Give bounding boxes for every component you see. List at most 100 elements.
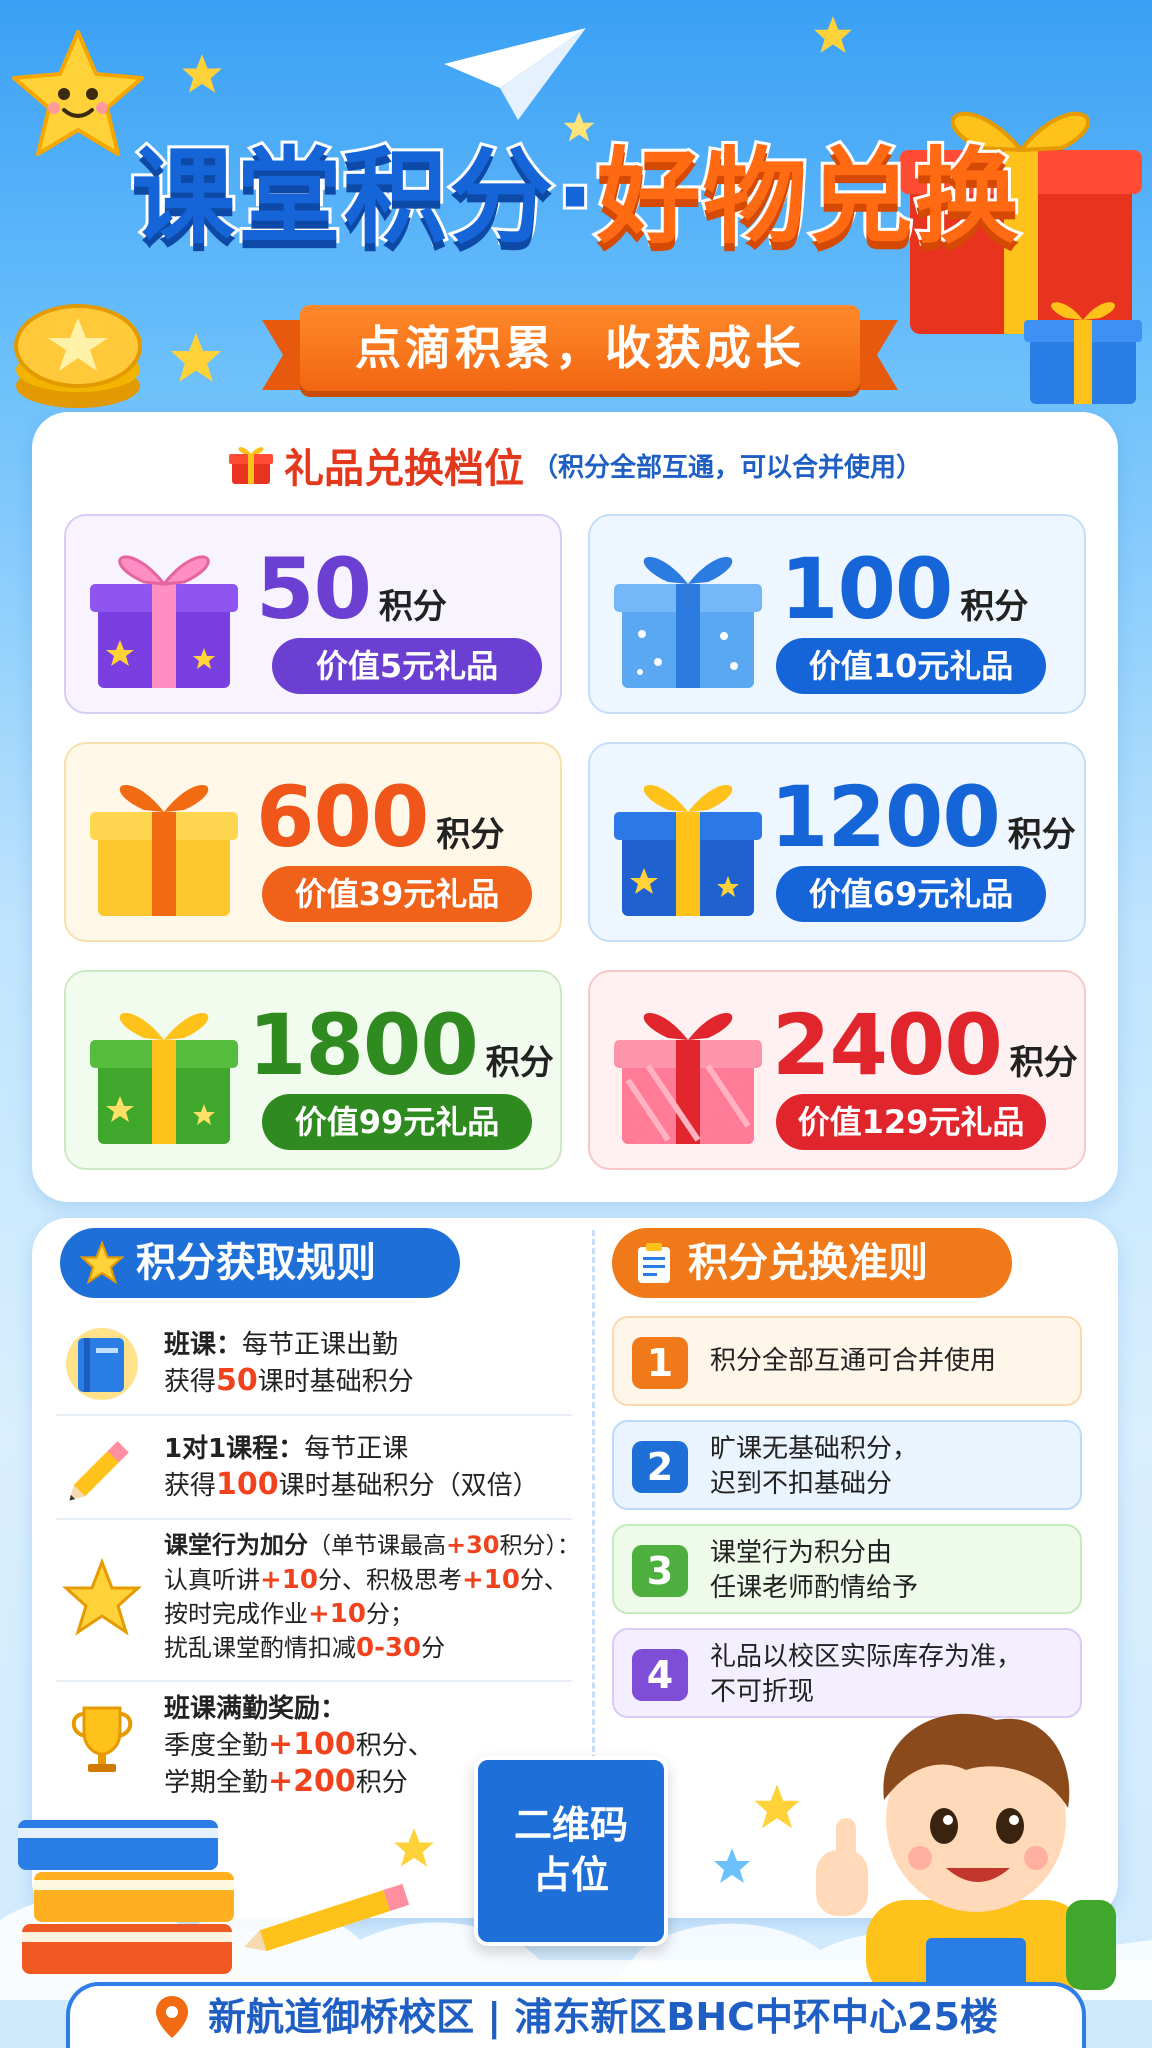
rule-line: 积分）： bbox=[499, 1533, 581, 1559]
yellow-gift-icon bbox=[90, 784, 238, 916]
gift-tier-card[interactable]: 1800 积分 价值99元礼品 bbox=[64, 970, 562, 1170]
tier-points: 600 积分 bbox=[256, 772, 556, 862]
tier-value-pill: 价值69元礼品 bbox=[776, 866, 1046, 922]
rule-line: 分、积极思考 bbox=[317, 1566, 462, 1594]
rule-line: 积分 bbox=[355, 1768, 408, 1798]
rule-line: 获得 bbox=[164, 1471, 217, 1501]
rule-number-badge: 4 bbox=[632, 1649, 688, 1701]
tier-points-value: 100 bbox=[780, 540, 953, 638]
book-icon bbox=[66, 1328, 138, 1400]
earn-rule-item: 1对1课程：每节正课 获得100课时基础积分（双倍） bbox=[56, 1418, 572, 1520]
rule-line: 礼品以校区实际库存为准， bbox=[710, 1642, 1023, 1672]
gift-section-subtitle: （积分全部互通，可以合并使用） bbox=[531, 452, 922, 483]
qr-label: 占位 bbox=[532, 1853, 609, 1897]
exchange-rule-item: 1 积分全部互通可合并使用 bbox=[612, 1316, 1082, 1406]
tier-points: 1200 积分 bbox=[770, 772, 1076, 862]
earn-rules-title: 积分获取规则 bbox=[136, 1240, 376, 1286]
star-icon bbox=[182, 54, 222, 93]
rules-divider bbox=[592, 1230, 595, 1770]
earn-rule-text: 班课满勤奖励： 季度全勤+100积分、 学期全勤+200积分 bbox=[164, 1692, 434, 1801]
pink-gift-icon bbox=[614, 1012, 762, 1144]
tier-value-pill: 价值39元礼品 bbox=[262, 866, 532, 922]
title-part1: 课堂积分 bbox=[128, 136, 556, 258]
tier-points-value: 50 bbox=[256, 540, 372, 638]
gift-section-header: 礼品兑换档位 （积分全部互通，可以合并使用） bbox=[32, 436, 1118, 494]
rule-line: 扰乱课堂酌情扣减 bbox=[164, 1634, 356, 1662]
tier-points-value: 600 bbox=[256, 768, 429, 866]
page-title: 课堂积分·好物兑换 bbox=[0, 137, 1152, 257]
tier-points: 2400 积分 bbox=[772, 1000, 1078, 1090]
rule-line: 学期全勤 bbox=[164, 1768, 269, 1798]
star-icon bbox=[80, 1241, 124, 1285]
exchange-rule-text: 积分全部互通可合并使用 bbox=[710, 1344, 996, 1379]
tier-points: 50 积分 bbox=[256, 544, 556, 634]
gift-tier-card[interactable]: 600 积分 价值39元礼品 bbox=[64, 742, 562, 942]
tier-points-unit: 积分 bbox=[485, 1043, 554, 1083]
gift-tier-card[interactable]: 100 积分 价值10元礼品 bbox=[588, 514, 1086, 714]
qr-code-placeholder[interactable]: 二维码 占位 bbox=[474, 1756, 668, 1946]
rule-line: 获得 bbox=[164, 1367, 217, 1397]
gift-box-icon bbox=[1024, 302, 1142, 404]
rule-line: 课时基础积分 bbox=[257, 1367, 414, 1397]
gold-coin-icon bbox=[14, 304, 142, 408]
slogan-ribbon: 点滴积累，收获成长 bbox=[300, 305, 860, 391]
tier-points-value: 2400 bbox=[772, 996, 1003, 1094]
book-stack-icon bbox=[18, 1820, 234, 1974]
gift-section-title: 礼品兑换档位 bbox=[283, 446, 524, 492]
slogan-text: 点滴积累，收获成长 bbox=[355, 321, 805, 375]
rule-line: 认真听讲 bbox=[164, 1566, 260, 1594]
rule-line: 每节正课出勤 bbox=[242, 1330, 399, 1360]
tier-points-value: 1200 bbox=[770, 768, 1001, 866]
pencil-icon bbox=[244, 1883, 410, 1952]
rule-points-highlight: +10 bbox=[260, 1565, 318, 1595]
rule-line: 课堂行为积分由 bbox=[710, 1538, 893, 1568]
tier-points-value: 1800 bbox=[248, 996, 479, 1094]
rule-number-badge: 1 bbox=[632, 1337, 688, 1389]
clipboard-icon bbox=[638, 1243, 670, 1283]
tier-value-pill: 价值10元礼品 bbox=[776, 638, 1046, 694]
exchange-rules-header: 积分兑换准则 bbox=[612, 1228, 1012, 1298]
earn-rule-item: 课堂行为加分（单节课最高+30积分）： 认真听讲+10分、积极思考+10分、 按… bbox=[56, 1522, 580, 1682]
rule-points-highlight: +10 bbox=[308, 1599, 366, 1629]
rule-label: 班课： bbox=[164, 1330, 243, 1360]
exchange-rules-title: 积分兑换准则 bbox=[688, 1240, 928, 1286]
rule-points-highlight: 50 bbox=[216, 1363, 258, 1398]
gift-tier-card[interactable]: 50 积分 价值5元礼品 bbox=[64, 514, 562, 714]
tier-points-unit: 积分 bbox=[1009, 1043, 1078, 1083]
tier-points-unit: 积分 bbox=[1007, 815, 1076, 855]
location-pin-icon bbox=[156, 1996, 189, 2038]
star-icon bbox=[814, 16, 852, 53]
blue-gift-icon bbox=[614, 556, 762, 688]
gift-icon bbox=[228, 447, 273, 484]
rule-label: 班课满勤奖励： bbox=[164, 1694, 347, 1724]
earn-rule-text: 1对1课程：每节正课 获得100课时基础积分（双倍） bbox=[164, 1432, 539, 1504]
rule-number-badge: 2 bbox=[632, 1441, 688, 1493]
rule-line: 积分全部互通可合并使用 bbox=[710, 1346, 997, 1376]
purple-gift-icon bbox=[90, 555, 238, 688]
rule-points-highlight: +200 bbox=[268, 1764, 356, 1799]
title-part2: 好物兑换 bbox=[594, 136, 1022, 258]
tier-value-pill: 价值129元礼品 bbox=[776, 1094, 1046, 1150]
star-icon bbox=[754, 1784, 800, 1829]
rule-points-highlight: +100 bbox=[268, 1727, 356, 1762]
tier-points-unit: 积分 bbox=[960, 587, 1029, 627]
tier-value-pill: 价值5元礼品 bbox=[272, 638, 542, 694]
gift-tier-card[interactable]: 1200 积分 价值69元礼品 bbox=[588, 742, 1086, 942]
rule-line: 季度全勤 bbox=[164, 1731, 269, 1761]
star-icon bbox=[170, 332, 222, 382]
rule-line: 分； bbox=[365, 1600, 414, 1628]
tier-points: 100 积分 bbox=[780, 544, 1080, 634]
earn-rule-text: 课堂行为加分（单节课最高+30积分）： 认真听讲+10分、积极思考+10分、 按… bbox=[164, 1528, 580, 1665]
earn-rules-header: 积分获取规则 bbox=[60, 1228, 460, 1298]
title-dot: · bbox=[552, 136, 597, 258]
exchange-rule-item: 2 旷课无基础积分， 迟到不扣基础分 bbox=[612, 1420, 1082, 1510]
rule-line: 分、 bbox=[519, 1566, 568, 1594]
rule-label: 1对1课程： bbox=[164, 1434, 305, 1464]
gift-tier-card[interactable]: 2400 积分 价值129元礼品 bbox=[588, 970, 1086, 1170]
star-icon bbox=[394, 1828, 434, 1867]
star-icon bbox=[62, 1558, 142, 1636]
gift-tier-panel: 礼品兑换档位 （积分全部互通，可以合并使用） 50 积分 价值5元礼品 100 积分 … bbox=[32, 412, 1118, 1202]
exchange-rule-item: 3 课堂行为积分由 任课老师酌情给予 bbox=[612, 1524, 1082, 1614]
rule-label: 课堂行为加分 bbox=[164, 1531, 308, 1559]
exchange-rule-text: 旷课无基础积分， 迟到不扣基础分 bbox=[710, 1432, 918, 1502]
